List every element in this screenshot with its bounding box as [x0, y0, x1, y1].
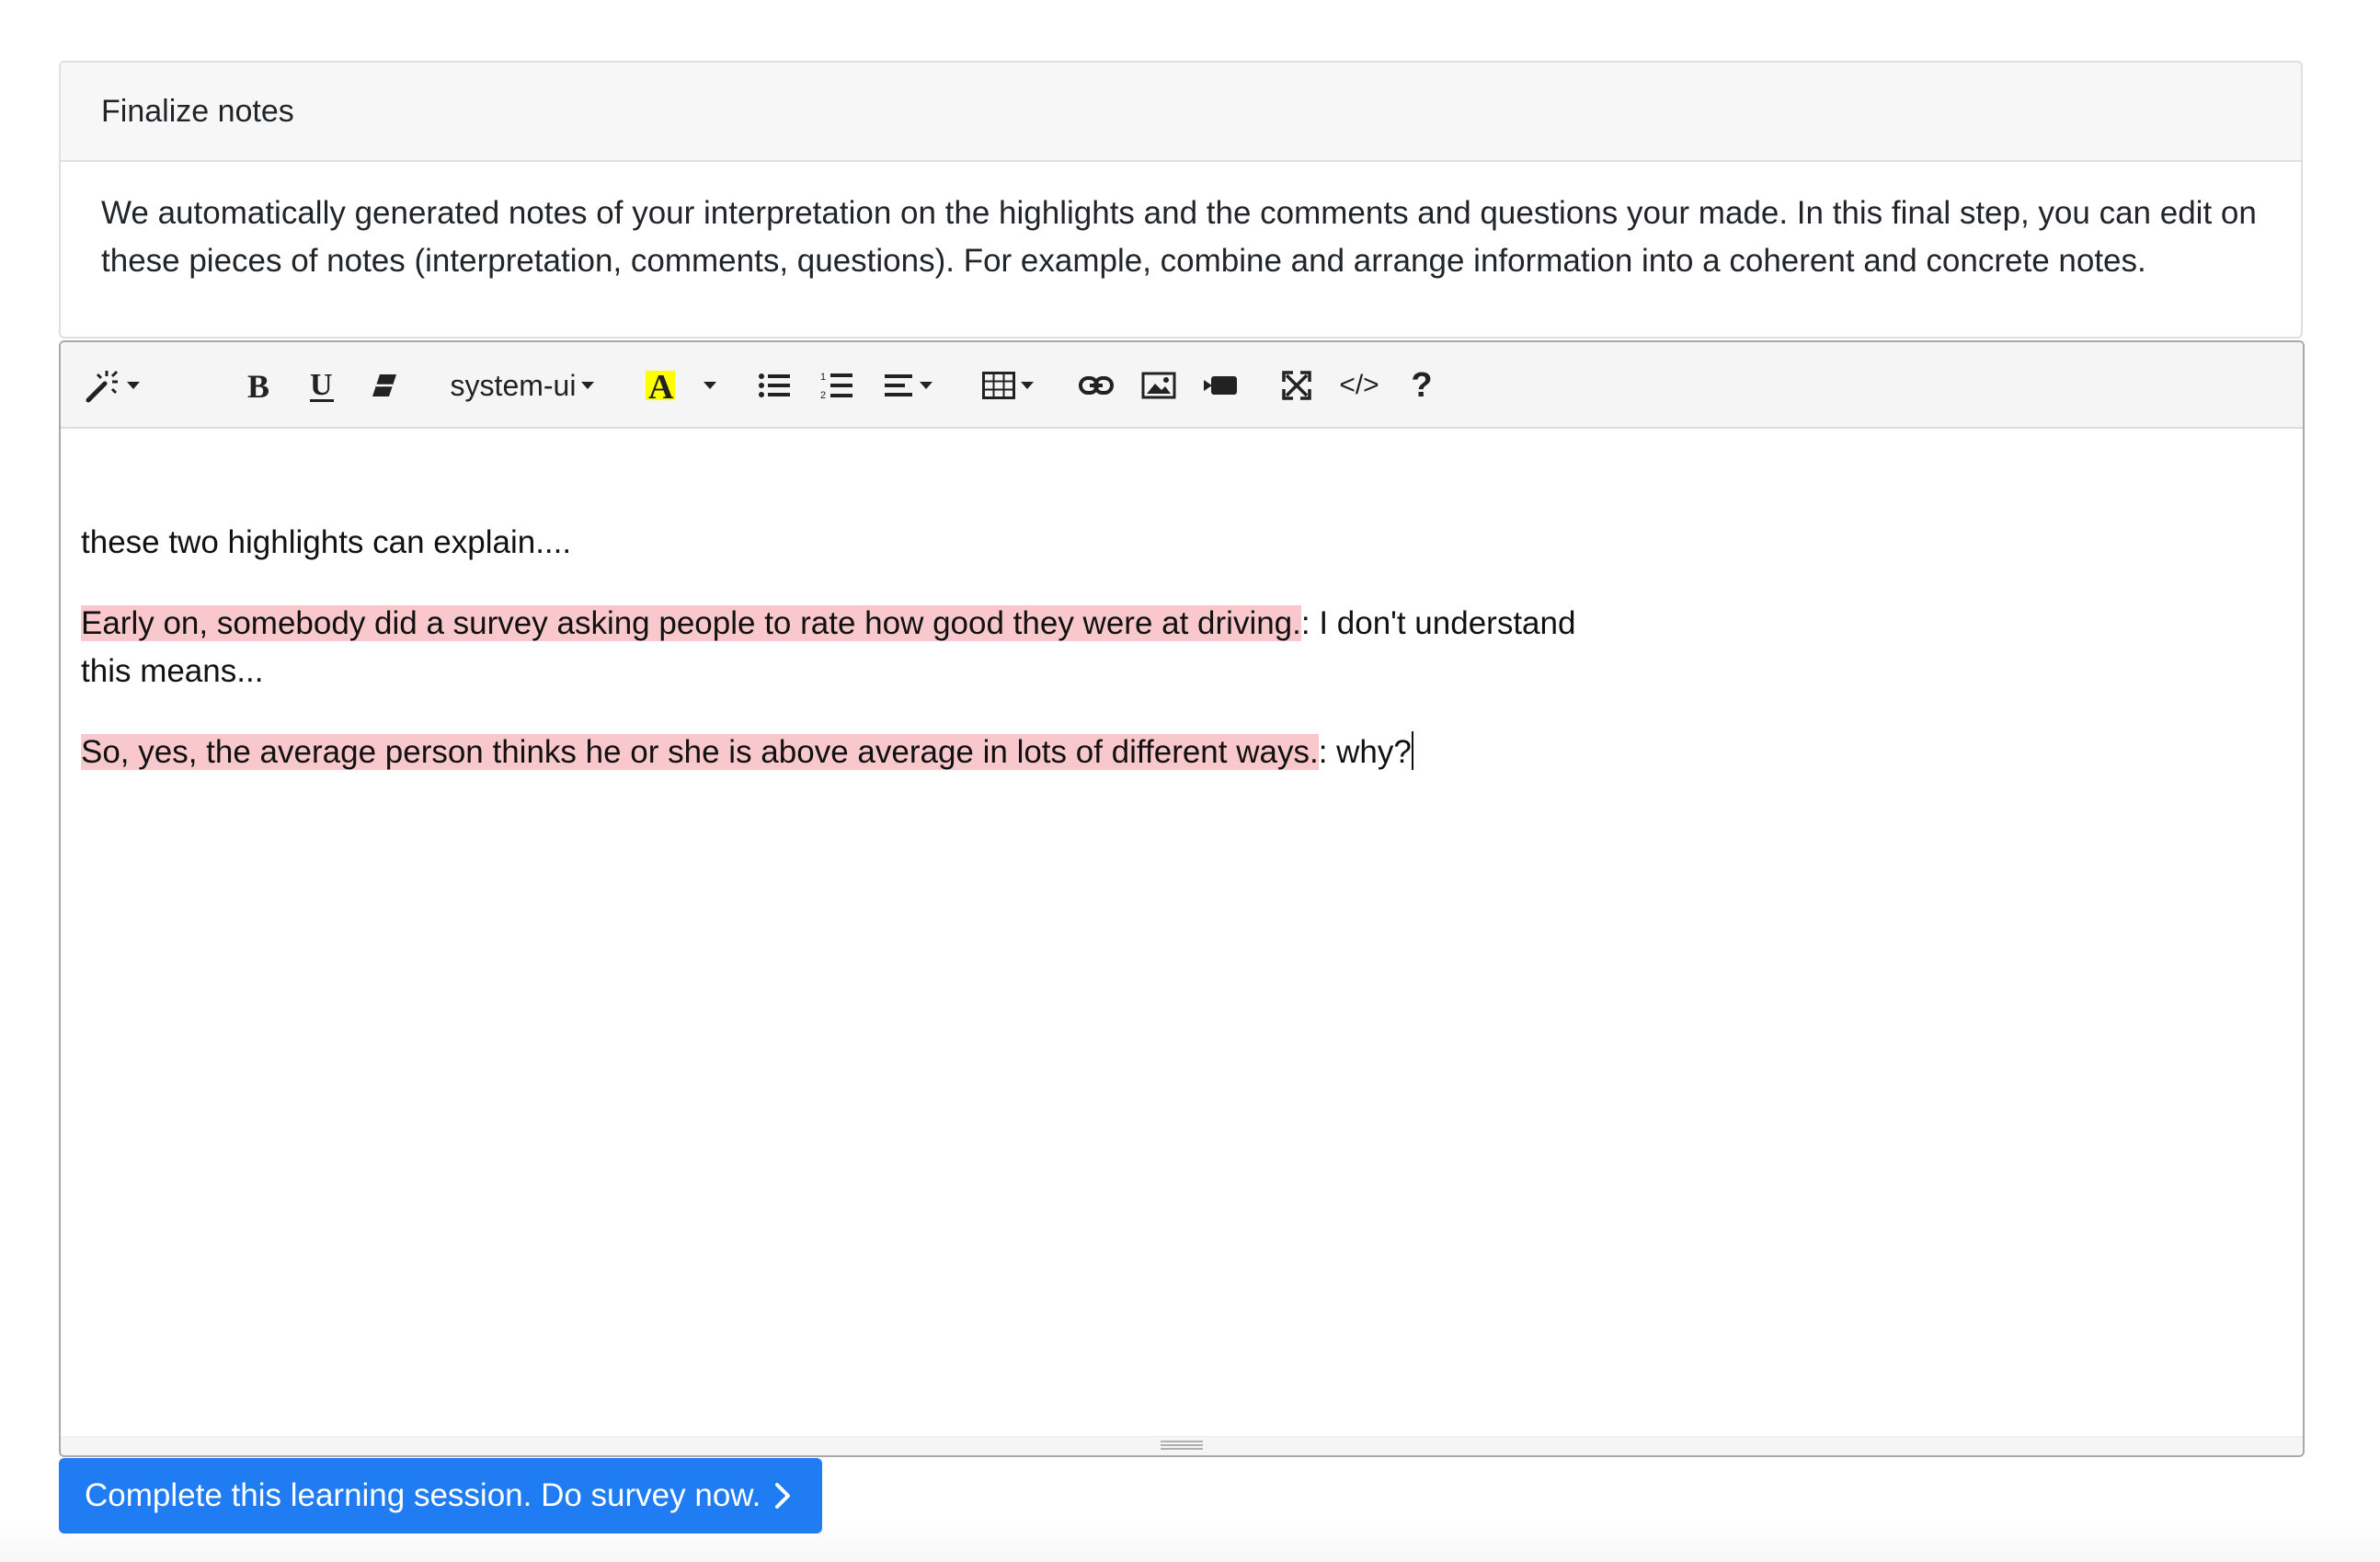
underline-button[interactable]: U	[298, 359, 346, 412]
align-icon	[885, 373, 914, 398]
ordered-list-button[interactable]: 1 2	[811, 359, 863, 412]
page: Finalize notes We automatically generate…	[0, 0, 2380, 1562]
font-color-button[interactable]: A	[635, 359, 686, 412]
image-icon	[1141, 372, 1176, 399]
note-paragraph-2: So, yes, the average person thinks he or…	[81, 729, 2283, 776]
comment-text-1: : I don't understand	[1300, 605, 1576, 641]
note-paragraph-intro: these two highlights can explain....	[81, 519, 2283, 567]
highlight-text-2: So, yes, the average person thinks he or…	[81, 734, 1319, 770]
card-title: Finalize notes	[101, 93, 294, 129]
ordered-list-icon: 1 2	[820, 371, 853, 400]
unordered-list-button[interactable]	[749, 359, 800, 412]
text-cursor	[1411, 731, 1413, 770]
fullscreen-icon	[1282, 371, 1311, 400]
style-button[interactable]	[81, 359, 143, 412]
svg-text:1: 1	[820, 372, 826, 383]
insert-table-button[interactable]	[973, 359, 1043, 412]
finalize-notes-card: Finalize notes We automatically generate…	[59, 61, 2303, 339]
font-color-dropdown[interactable]	[690, 359, 730, 412]
note-paragraph-1: Early on, somebody did a survey asking p…	[81, 600, 2283, 695]
bold-icon: B	[246, 369, 273, 402]
editor-resize-handle[interactable]	[61, 1436, 2303, 1455]
code-view-icon: </>	[1339, 370, 1379, 400]
comment-text-2: : why?	[1318, 734, 1412, 770]
chevron-down-icon	[127, 382, 140, 389]
editor-toolbar: B U system-ui A 1 2 </> ?	[61, 342, 2303, 429]
intro-text: these two highlights can explain....	[81, 524, 572, 560]
insert-video-button[interactable]	[1196, 359, 1247, 412]
card-header: Finalize notes	[61, 63, 2301, 162]
code-view-button[interactable]: </>	[1333, 359, 1385, 412]
complete-session-label: Complete this learning session. Do surve…	[85, 1477, 761, 1513]
insert-image-button[interactable]	[1133, 359, 1184, 412]
comment-text-1-cont: this means...	[81, 653, 264, 689]
insert-link-button[interactable]	[1070, 359, 1122, 412]
resize-grip-icon	[1161, 1441, 1203, 1450]
svg-text:A: A	[648, 368, 674, 404]
font-color-icon: A	[642, 367, 679, 404]
chevron-down-icon	[920, 382, 933, 389]
help-icon: ?	[1411, 365, 1433, 405]
paragraph-align-button[interactable]	[874, 359, 944, 412]
chevron-right-icon	[773, 1481, 792, 1510]
unordered-list-icon	[758, 372, 791, 399]
card-body: We automatically generated notes of your…	[61, 162, 2301, 285]
help-button[interactable]: ?	[1396, 359, 1447, 412]
highlight-text-1: Early on, somebody did a survey asking p…	[81, 605, 1301, 641]
magic-wand-icon	[85, 367, 121, 404]
remove-format-button[interactable]	[360, 359, 408, 412]
underline-icon: U	[307, 367, 337, 404]
card-description: We automatically generated notes of your…	[101, 195, 2257, 279]
fullscreen-button[interactable]	[1271, 359, 1322, 412]
editor-content[interactable]: these two highlights can explain.... Ear…	[61, 429, 2303, 1437]
svg-text:B: B	[247, 369, 269, 402]
bold-button[interactable]: B	[235, 359, 283, 412]
chevron-down-icon	[704, 382, 716, 389]
eraser-icon	[371, 372, 398, 399]
video-icon	[1204, 373, 1239, 397]
chevron-down-icon	[581, 382, 595, 389]
link-icon	[1079, 374, 1114, 396]
svg-text:U: U	[310, 368, 333, 402]
font-family-select[interactable]: system-ui	[430, 359, 614, 412]
svg-text:2: 2	[820, 390, 826, 400]
font-family-value: system-ui	[450, 368, 577, 402]
rich-text-editor: B U system-ui A 1 2 </> ? these two high…	[59, 340, 2305, 1457]
chevron-down-icon	[1021, 382, 1034, 389]
table-icon	[982, 372, 1015, 399]
complete-session-button[interactable]: Complete this learning session. Do surve…	[59, 1458, 822, 1533]
